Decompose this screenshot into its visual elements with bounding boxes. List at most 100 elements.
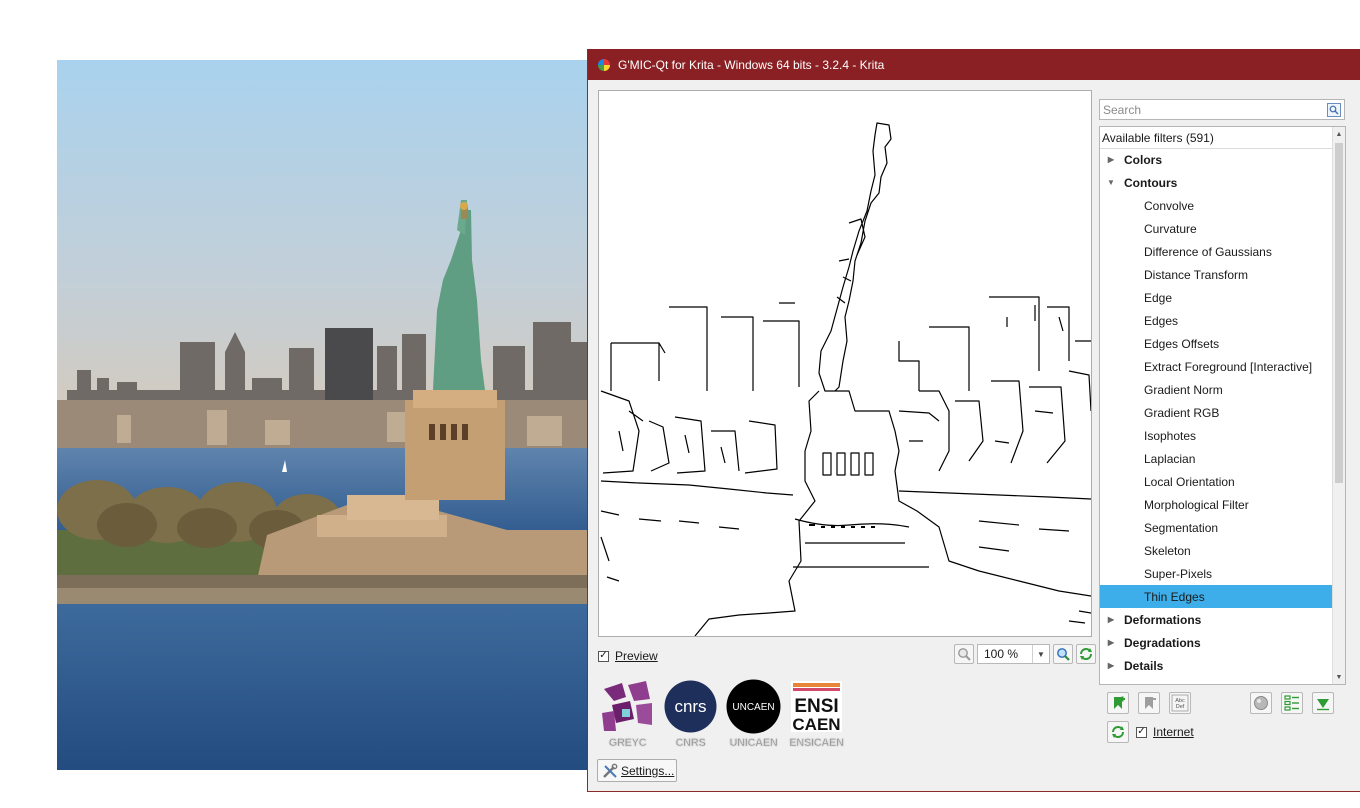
tools-icon — [603, 763, 618, 778]
chevron-down-icon[interactable]: ▼ — [1032, 645, 1049, 663]
chevron-right-icon[interactable]: ▶ — [1106, 661, 1116, 670]
zoom-level-value: 100 % — [984, 647, 1019, 661]
category-colors[interactable]: ▶ Colors — [1100, 148, 1332, 171]
select-filters-button[interactable] — [1281, 692, 1303, 714]
search-box[interactable] — [1099, 99, 1345, 120]
filter-item[interactable]: Segmentation — [1100, 516, 1332, 539]
preview-pane[interactable] — [598, 90, 1092, 637]
greyc-logo-icon — [602, 681, 652, 731]
add-fave-button[interactable] — [1107, 692, 1129, 714]
chevron-down-icon[interactable]: ▼ — [1106, 178, 1116, 187]
filter-item[interactable]: Edge — [1100, 286, 1332, 309]
rename-fave-button[interactable]: Abc Def — [1169, 692, 1191, 714]
filter-item[interactable]: Extract Foreground [Interactive] — [1100, 355, 1332, 378]
category-label: Deformations — [1124, 612, 1202, 627]
rename-icon: Abc Def — [1171, 694, 1189, 712]
scrollbar-thumb[interactable] — [1335, 143, 1343, 483]
filter-item-selected[interactable]: Thin Edges — [1100, 585, 1332, 608]
chevron-right-icon[interactable]: ▶ — [1106, 155, 1116, 164]
expand-collapse-button[interactable] — [1312, 692, 1334, 714]
toggle-visibility-button[interactable] — [1250, 692, 1272, 714]
category-contours[interactable]: ▼ Contours — [1100, 171, 1332, 194]
cnrs-logo-text: cnrs — [674, 697, 706, 716]
filters-list[interactable]: ▶ Colors ▼ Contours Convolve Curvature D… — [1100, 148, 1332, 684]
category-label: F — [1124, 682, 1131, 685]
filter-item[interactable]: Morphological Filter — [1100, 493, 1332, 516]
update-filters-button[interactable] — [1107, 721, 1129, 743]
zoom-fit-button[interactable] — [1053, 644, 1073, 664]
unicaen-caption: UNICAEN — [729, 737, 778, 749]
filter-item[interactable]: Curvature — [1100, 217, 1332, 240]
thin-edges-preview-image — [600, 122, 1091, 636]
cnrs-logo-icon: cnrs — [664, 680, 717, 733]
unicaen-logo-icon: UNCAEN — [726, 679, 781, 734]
zoom-in-icon — [1057, 648, 1070, 661]
ensicaen-logo[interactable]: ENSI CAEN ENSICAEN — [789, 679, 844, 749]
visibility-icon — [1254, 696, 1268, 710]
chevron-right-icon[interactable]: ▶ — [1106, 638, 1116, 647]
remove-bookmark-icon — [1145, 697, 1156, 709]
search-icon — [1329, 105, 1339, 114]
settings-label: Settings... — [621, 763, 675, 778]
cnrs-logo[interactable]: cnrs CNRS — [663, 679, 718, 749]
filter-item[interactable]: Laplacian — [1100, 447, 1332, 470]
refresh-icon — [1080, 648, 1092, 660]
search-input[interactable] — [1100, 101, 1327, 118]
ensicaen-caption: ENSICAEN — [789, 737, 844, 749]
ensicaen-logo-icon: ENSI CAEN — [791, 681, 842, 734]
filter-item[interactable]: Edges Offsets — [1100, 332, 1332, 355]
gmic-app-icon — [598, 58, 610, 71]
expand-down-icon — [1317, 699, 1329, 711]
unicaen-logo[interactable]: UNCAEN UNICAEN — [726, 679, 781, 749]
refresh-preview-button[interactable] — [1076, 644, 1096, 664]
filter-item[interactable]: Skeleton — [1100, 539, 1332, 562]
favorites-actions: Abc Def — [1107, 692, 1191, 714]
filter-item[interactable]: Local Orientation — [1100, 470, 1332, 493]
internet-checkbox[interactable]: ✓ — [1136, 726, 1147, 738]
zoom-controls: 100 % ▼ — [954, 644, 1096, 664]
remove-fave-button[interactable] — [1138, 692, 1160, 714]
refresh-icon — [1112, 726, 1124, 738]
filter-item[interactable]: Gradient Norm — [1100, 378, 1332, 401]
filters-tree[interactable]: Available filters (591) ▶ Colors ▼ Conto… — [1099, 126, 1346, 685]
statue-of-liberty-photo — [57, 60, 588, 770]
filter-item[interactable]: Distance Transform — [1100, 263, 1332, 286]
title-bar[interactable]: G'MIC-Qt for Krita - Windows 64 bits - 3… — [588, 49, 1360, 80]
filter-item[interactable]: Gradient RGB — [1100, 401, 1332, 424]
ensicaen-logo-line2: CAEN — [792, 715, 840, 734]
add-bookmark-icon — [1114, 696, 1125, 709]
scroll-up-icon[interactable]: ▲ — [1333, 127, 1345, 141]
category-degradations[interactable]: ▶ Degradations — [1100, 631, 1332, 654]
scroll-down-icon[interactable]: ▼ — [1333, 670, 1345, 684]
filter-item[interactable]: Edges — [1100, 309, 1332, 332]
filter-item[interactable]: Convolve — [1100, 194, 1332, 217]
sponsor-logos: GREYC cnrs CNRS UNCAEN UNICAEN ENSI CAEN… — [600, 679, 844, 749]
search-button[interactable] — [1327, 102, 1341, 117]
preview-checkbox[interactable]: ✓ — [598, 650, 609, 662]
internet-label: Internet — [1153, 725, 1194, 739]
gmic-dialog: G'MIC-Qt for Krita - Windows 64 bits - 3… — [587, 49, 1360, 792]
cnrs-caption: CNRS — [675, 737, 706, 749]
filter-item[interactable]: Super-Pixels — [1100, 562, 1332, 585]
category-deformations[interactable]: ▶ Deformations — [1100, 608, 1332, 631]
category-partial[interactable]: ▶ F — [1100, 677, 1332, 685]
category-label: Details — [1124, 658, 1164, 673]
internet-update-row: ✓ Internet — [1107, 721, 1194, 743]
unicaen-logo-text: UNCAEN — [732, 702, 774, 713]
checklist-icon — [1284, 695, 1299, 711]
tree-actions — [1250, 692, 1334, 714]
window-title: G'MIC-Qt for Krita - Windows 64 bits - 3… — [618, 57, 885, 72]
chevron-right-icon[interactable]: ▶ — [1106, 615, 1116, 624]
filter-item[interactable]: Difference of Gaussians — [1100, 240, 1332, 263]
greyc-logo[interactable]: GREYC — [600, 679, 655, 749]
category-details[interactable]: ▶ Details — [1100, 654, 1332, 677]
filters-scrollbar[interactable]: ▲ ▼ — [1332, 127, 1345, 684]
zoom-out-icon — [958, 648, 971, 661]
zoom-out-button[interactable] — [954, 644, 974, 664]
preview-toggle[interactable]: ✓ Preview — [598, 647, 658, 665]
filter-item[interactable]: Isophotes — [1100, 424, 1332, 447]
zoom-level-combo[interactable]: 100 % ▼ — [977, 644, 1050, 664]
settings-button[interactable]: Settings... — [597, 759, 677, 782]
category-label: Colors — [1124, 152, 1163, 167]
ensicaen-logo-line1: ENSI — [794, 696, 838, 717]
